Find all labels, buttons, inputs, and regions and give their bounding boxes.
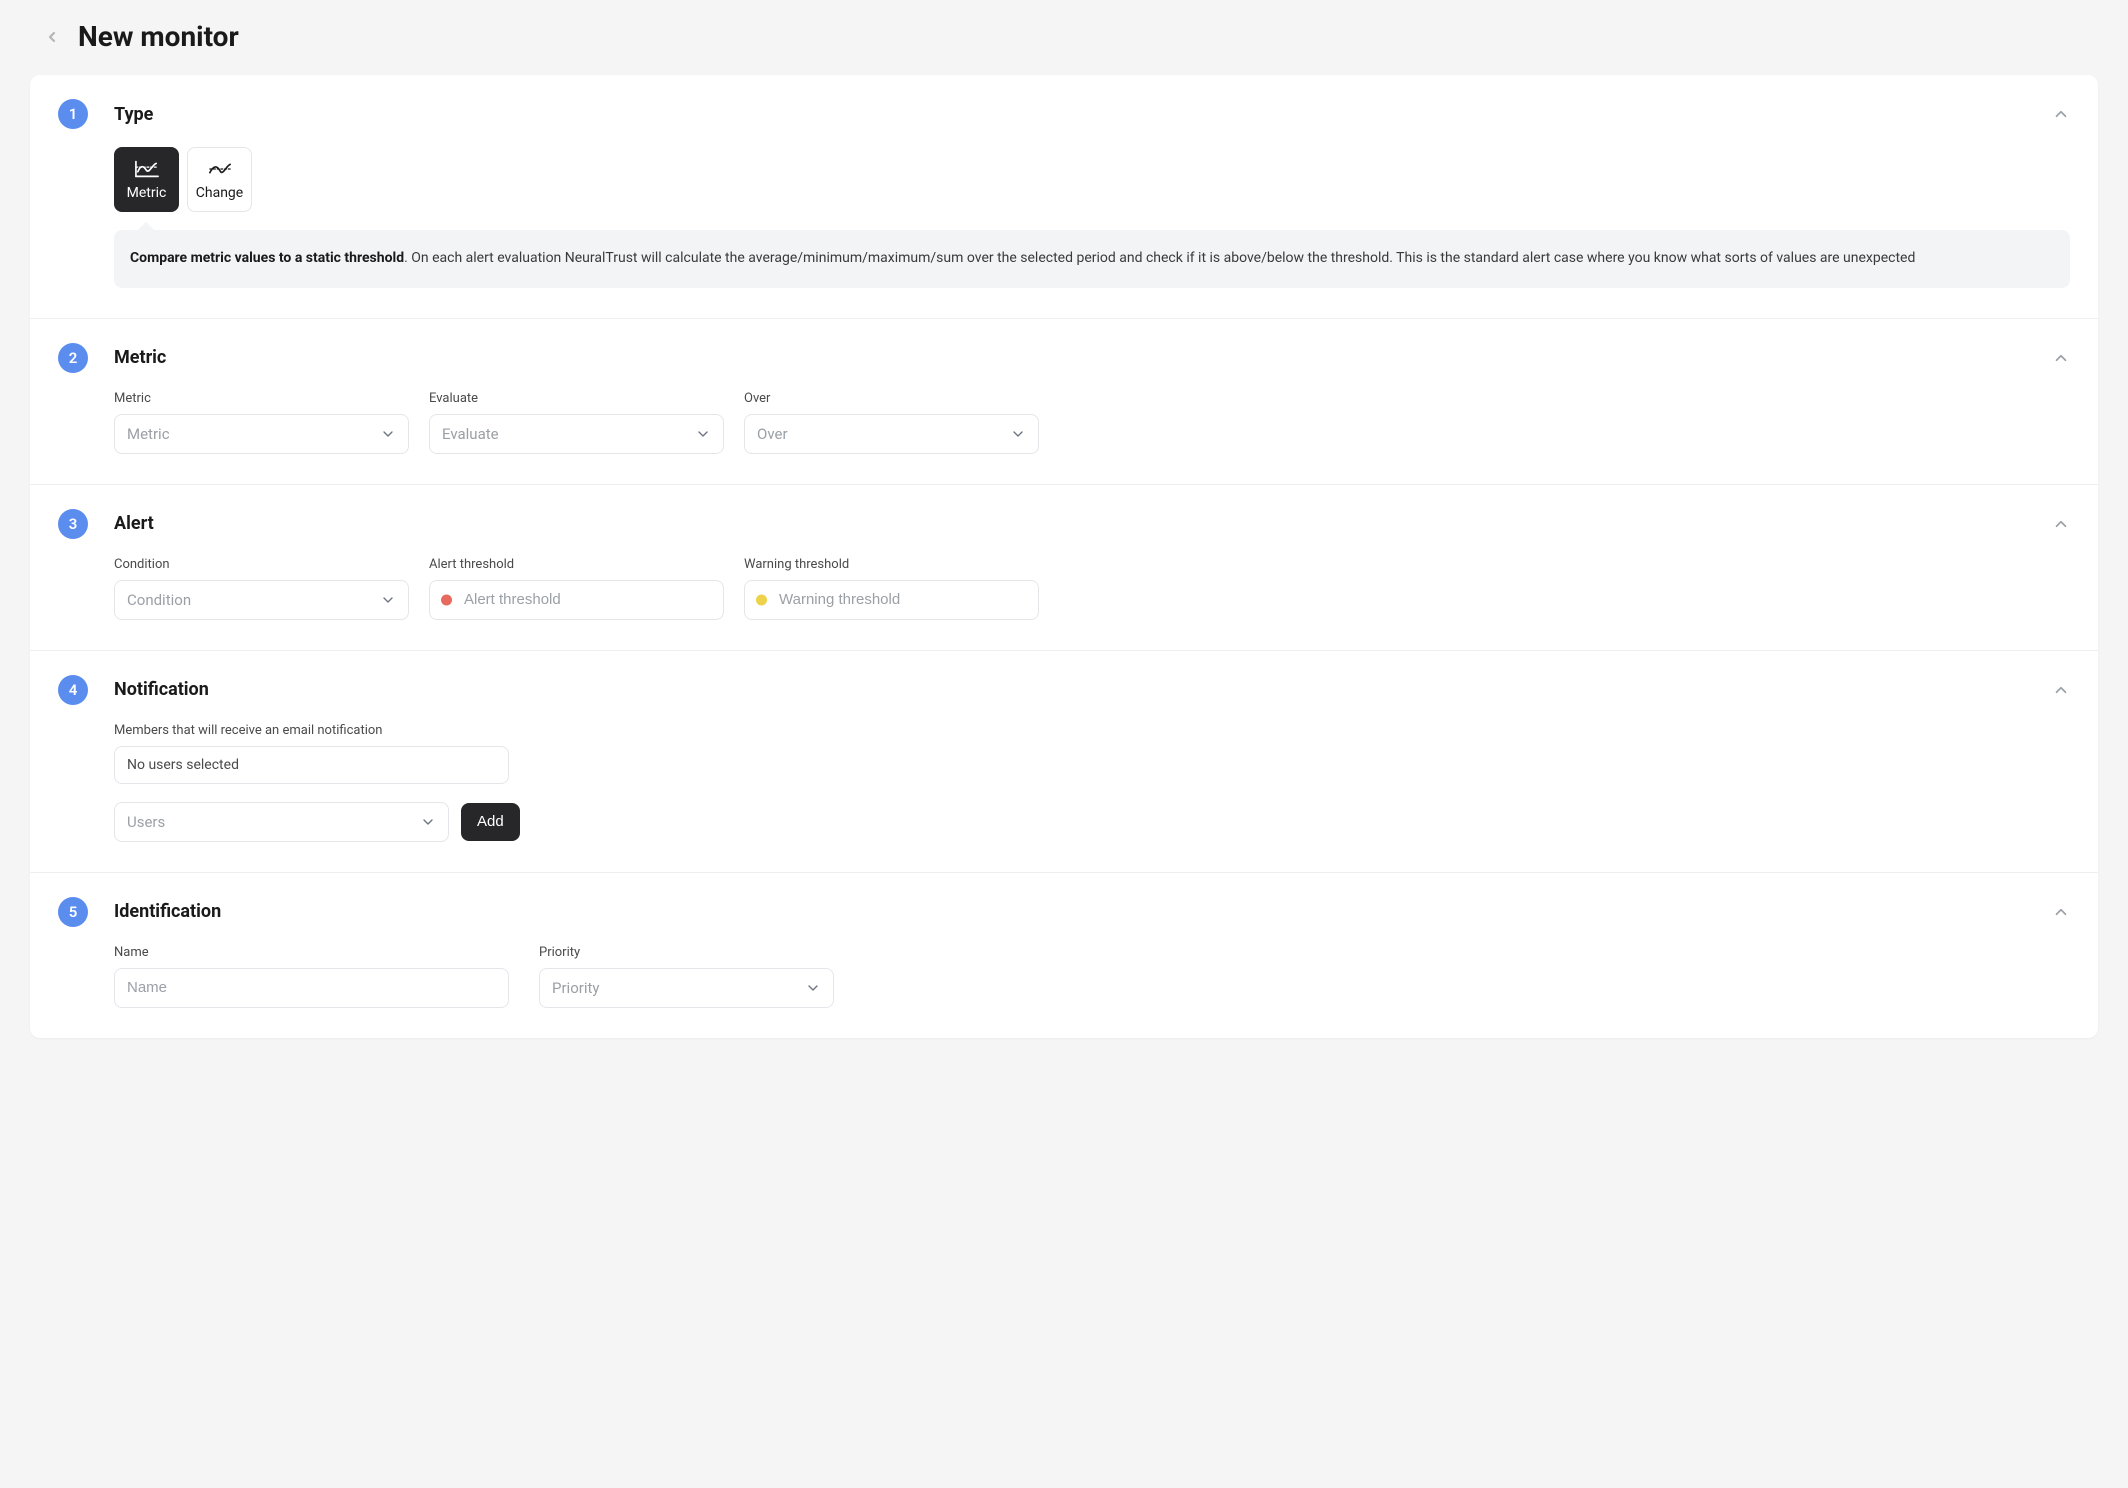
identification-name-input[interactable]: [114, 968, 509, 1008]
section-notification: 4 Notification Members that will receive…: [30, 651, 2098, 873]
metric-metric-select[interactable]: Metric: [114, 414, 409, 454]
chevron-down-icon: [1010, 426, 1026, 442]
back-icon[interactable]: [44, 29, 60, 45]
section-title-identification: Identification: [114, 901, 221, 922]
chevron-up-icon[interactable]: [2052, 105, 2070, 123]
alert-threshold-label: Alert threshold: [429, 557, 724, 572]
chevron-up-icon[interactable]: [2052, 515, 2070, 533]
metric-evaluate-label: Evaluate: [429, 391, 724, 406]
chevron-up-icon[interactable]: [2052, 349, 2070, 367]
chevron-down-icon: [805, 980, 821, 996]
type-option-metric[interactable]: Metric: [114, 147, 179, 212]
change-chart-icon: [208, 159, 232, 179]
section-metric: 2 Metric Metric Metric Evalu: [30, 319, 2098, 485]
notification-users-box: No users selected: [114, 746, 509, 784]
chevron-up-icon[interactable]: [2052, 681, 2070, 699]
type-info-lead: Compare metric values to a static thresh…: [130, 250, 404, 266]
alert-condition-select[interactable]: Condition: [114, 580, 409, 620]
alert-condition-label: Condition: [114, 557, 409, 572]
section-title-notification: Notification: [114, 679, 209, 700]
chevron-down-icon: [420, 814, 436, 830]
section-identification: 5 Identification Name Priority Priority: [30, 873, 2098, 1038]
step-badge-1: 1: [58, 99, 88, 129]
alert-threshold-input[interactable]: [429, 580, 724, 620]
section-title-metric: Metric: [114, 347, 166, 368]
page-header: New monitor: [30, 20, 2098, 53]
notification-users-select[interactable]: Users: [114, 802, 449, 842]
chevron-up-icon[interactable]: [2052, 903, 2070, 921]
step-badge-5: 5: [58, 897, 88, 927]
step-badge-4: 4: [58, 675, 88, 705]
type-option-change[interactable]: Change: [187, 147, 252, 212]
chevron-down-icon: [380, 426, 396, 442]
alert-dot-icon: [441, 594, 452, 605]
monitor-form-card: 1 Type: [30, 75, 2098, 1038]
warning-threshold-label: Warning threshold: [744, 557, 1039, 572]
step-badge-2: 2: [58, 343, 88, 373]
section-type: 1 Type: [30, 75, 2098, 319]
metric-over-select[interactable]: Over: [744, 414, 1039, 454]
type-info-box: Compare metric values to a static thresh…: [114, 230, 2070, 288]
type-option-metric-label: Metric: [127, 185, 167, 201]
identification-name-label: Name: [114, 945, 509, 960]
identification-priority-label: Priority: [539, 945, 834, 960]
identification-priority-select[interactable]: Priority: [539, 968, 834, 1008]
add-user-button[interactable]: Add: [461, 803, 520, 841]
type-info-body: . On each alert evaluation NeuralTrust w…: [404, 250, 1915, 266]
metric-evaluate-select[interactable]: Evaluate: [429, 414, 724, 454]
type-option-change-label: Change: [196, 185, 243, 201]
chevron-down-icon: [380, 592, 396, 608]
section-alert: 3 Alert Condition Condition: [30, 485, 2098, 651]
notification-members-label: Members that will receive an email notif…: [114, 723, 2070, 738]
page-title: New monitor: [78, 20, 239, 53]
section-title-alert: Alert: [114, 513, 154, 534]
metric-chart-icon: [135, 159, 159, 179]
section-title-type: Type: [114, 104, 153, 125]
warning-dot-icon: [756, 594, 767, 605]
metric-over-label: Over: [744, 391, 1039, 406]
chevron-down-icon: [695, 426, 711, 442]
metric-metric-label: Metric: [114, 391, 409, 406]
step-badge-3: 3: [58, 509, 88, 539]
warning-threshold-input[interactable]: [744, 580, 1039, 620]
